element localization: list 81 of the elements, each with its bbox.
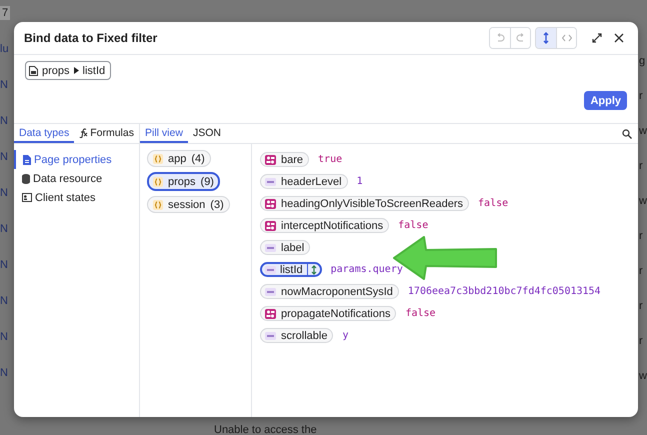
text-type-icon	[265, 266, 276, 274]
property-value: false	[478, 198, 508, 209]
close-button[interactable]	[614, 33, 624, 43]
property-value: false	[398, 220, 428, 231]
braces-icon	[153, 154, 163, 164]
background-text: N	[0, 114, 8, 128]
id-card-icon	[22, 193, 32, 202]
background-text: r	[639, 264, 643, 278]
redo-icon	[516, 33, 526, 43]
property-pill[interactable]: interceptNotifications	[260, 218, 390, 233]
undo-icon	[495, 33, 505, 43]
expand-icon	[592, 33, 602, 43]
text-type-icon	[265, 178, 276, 186]
expand-button[interactable]	[592, 33, 602, 43]
background-text: 7	[0, 6, 10, 20]
background-text: Unable to access the	[214, 424, 317, 435]
caret-icon	[74, 67, 79, 74]
background-text: N	[0, 330, 8, 344]
function-icon	[79, 128, 88, 138]
background-text: w	[639, 124, 647, 138]
property-pill[interactable]: scrollable	[260, 328, 334, 343]
property-pill[interactable]: nowMacroponentSysId	[260, 284, 399, 299]
toggle-type-icon	[265, 154, 276, 164]
property-value: params.query	[330, 264, 403, 275]
background-text: r	[639, 334, 643, 348]
code-icon	[562, 34, 572, 42]
object-pill[interactable]: session (3)	[147, 196, 230, 213]
background-text: N	[0, 258, 8, 272]
document-icon	[22, 154, 31, 164]
close-icon	[614, 33, 624, 43]
vertical-arrows-icon	[310, 264, 317, 274]
object-pill[interactable]: props (9)	[147, 172, 220, 191]
background-text: N	[0, 150, 8, 164]
background-text: lu	[0, 42, 9, 56]
property-pill[interactable]: listId	[260, 262, 322, 277]
background-text: r	[639, 89, 643, 103]
property-value: 1706eea7c3bbd210bc7fd4fc05013154	[408, 286, 601, 297]
object-pill[interactable]: app (4)	[147, 150, 211, 167]
background-text: N	[0, 294, 8, 308]
vertical-arrows-icon	[543, 32, 549, 44]
text-type-icon	[265, 332, 276, 340]
property-value: y	[342, 330, 348, 341]
property-value: false	[405, 308, 436, 319]
sidebar-item[interactable]: Data resource	[14, 169, 139, 188]
braces-icon	[153, 176, 163, 186]
database-icon	[22, 174, 30, 184]
background-text: w	[639, 194, 647, 208]
apply-button[interactable]: Apply	[584, 91, 627, 110]
background-text: r	[639, 229, 643, 243]
text-type-icon	[265, 244, 276, 252]
sidebar-item[interactable]: Client states	[14, 188, 139, 207]
background-text: w	[639, 369, 647, 383]
dialog-title: Bind data to Fixed filter	[24, 31, 158, 45]
binding-path-chip[interactable]: props listId	[25, 61, 112, 80]
property-pill[interactable]: headerLevel	[260, 174, 348, 189]
background-text: r	[639, 299, 643, 313]
property-pill[interactable]: propagateNotifications	[260, 306, 396, 321]
tab[interactable]: JSON	[188, 124, 226, 143]
text-type-icon	[265, 288, 276, 296]
document-icon	[29, 66, 38, 76]
pill-mode-button[interactable]	[536, 28, 556, 48]
property-pill[interactable]: bare	[260, 152, 310, 167]
tab[interactable]: Formulas	[74, 124, 139, 143]
background-text: g	[639, 54, 646, 68]
toggle-type-icon	[265, 198, 276, 208]
background-text: N	[0, 186, 8, 200]
sidebar-item[interactable]: Page properties	[14, 150, 139, 169]
property-value: 1	[356, 176, 363, 187]
toggle-type-icon	[265, 308, 276, 318]
tab[interactable]: Pill view	[140, 124, 188, 143]
tab[interactable]: Data types	[14, 124, 74, 143]
background-text: r	[639, 159, 643, 173]
background-text: N	[0, 366, 8, 380]
property-pill[interactable]: headingOnlyVisibleToScreenReaders	[260, 196, 470, 211]
background-text: N	[0, 78, 8, 92]
search-icon[interactable]	[622, 128, 632, 138]
toggle-type-icon	[265, 220, 276, 230]
property-value: true	[318, 154, 342, 165]
background-text: N	[0, 222, 8, 236]
property-pill[interactable]: label	[260, 240, 310, 255]
braces-icon	[153, 200, 163, 210]
